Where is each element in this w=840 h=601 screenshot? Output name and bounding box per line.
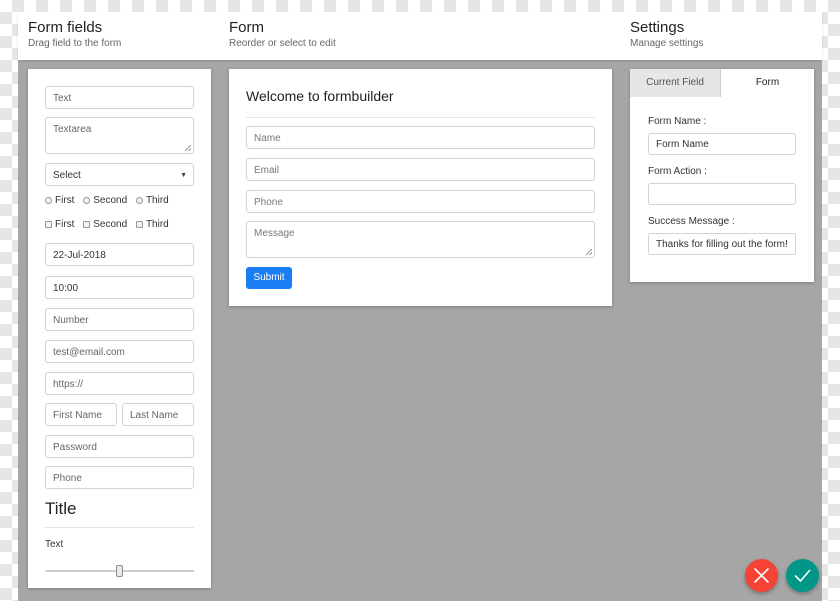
form-action-label: Form Action :	[648, 166, 707, 177]
fields-palette: Text Textarea Select ▼ First Second Thir…	[28, 69, 211, 588]
header-form: Form Reorder or select to edit	[229, 19, 336, 50]
check-icon	[794, 569, 811, 582]
form-subtitle-header: Reorder or select to edit	[229, 38, 336, 49]
palette-checkbox-option[interactable]: Second	[83, 219, 127, 230]
checkbox-label: Second	[93, 219, 128, 230]
form-canvas: Welcome to formbuilder Name Email Phone …	[229, 69, 612, 306]
resize-grip-icon	[586, 249, 592, 255]
palette-time-field[interactable]: 10:00	[45, 276, 194, 299]
palette-url-field[interactable]: https://	[45, 372, 194, 395]
palette-first-name-field[interactable]: First Name	[45, 403, 117, 426]
palette-radio-option[interactable]: First	[45, 195, 74, 206]
palette-phone-field[interactable]: Phone	[45, 466, 194, 489]
radio-icon	[83, 197, 91, 204]
palette-radio-group: First Second Third	[45, 195, 175, 209]
cancel-button[interactable]	[745, 559, 778, 592]
palette-password-field[interactable]: Password	[45, 435, 194, 458]
palette-radio-option[interactable]: Second	[83, 195, 127, 206]
palette-textarea-field[interactable]: Textarea	[45, 117, 194, 154]
header-form-fields: Form fields Drag field to the form	[28, 19, 121, 50]
radio-label: Third	[145, 195, 169, 206]
radio-label: First	[55, 195, 75, 206]
radio-icon	[135, 197, 143, 204]
form-builder-app: Form fields Drag field to the form Form …	[18, 12, 822, 601]
form-action-setting-input[interactable]	[648, 183, 796, 205]
form-heading[interactable]: Welcome to formbuilder	[246, 88, 394, 104]
form-name-setting-input[interactable]: Form Name	[648, 133, 796, 155]
form-fields-title: Form fields	[28, 19, 103, 36]
palette-number-field[interactable]: Number	[45, 308, 194, 331]
palette-textarea-label: Textarea	[53, 124, 92, 135]
palette-checkbox-option[interactable]: First	[45, 219, 74, 230]
header-settings: Settings Manage settings	[630, 19, 703, 50]
resize-grip-icon	[185, 145, 191, 151]
settings-tabs: Current Field Form	[630, 69, 814, 97]
settings-title: Settings	[630, 19, 685, 36]
close-icon	[754, 568, 769, 583]
palette-select-label: Select	[53, 170, 81, 181]
success-message-setting-input[interactable]: Thanks for filling out the form!	[648, 233, 796, 255]
palette-slider-thumb[interactable]	[116, 565, 123, 577]
form-email-input[interactable]: Email	[246, 158, 595, 181]
caret-down-icon: ▼	[180, 172, 187, 179]
palette-title-element[interactable]: Title	[45, 499, 77, 519]
settings-panel: Current Field Form Form Name : Form Name…	[630, 69, 814, 282]
form-message-textarea[interactable]: Message	[246, 221, 595, 258]
palette-last-name-field[interactable]: Last Name	[122, 403, 194, 426]
palette-date-field[interactable]: 22-Jul-2018	[45, 243, 194, 266]
palette-text-field[interactable]: Text	[45, 86, 194, 109]
form-name-input[interactable]: Name	[246, 126, 595, 149]
tab-current-field[interactable]: Current Field	[630, 69, 721, 97]
form-name-label: Form Name :	[648, 116, 707, 127]
palette-select-field[interactable]: Select ▼	[45, 163, 194, 186]
tab-form[interactable]: Form	[721, 69, 814, 97]
confirm-button[interactable]	[786, 559, 819, 592]
form-divider	[246, 117, 595, 118]
radio-icon	[45, 197, 52, 204]
checkbox-label: First	[55, 219, 75, 230]
checkbox-icon	[45, 221, 52, 228]
checkbox-icon	[135, 221, 143, 228]
palette-divider	[45, 527, 194, 528]
form-fields-subtitle: Drag field to the form	[28, 38, 122, 49]
form-message-placeholder: Message	[254, 228, 295, 239]
form-phone-input[interactable]: Phone	[246, 190, 595, 213]
header-bar: Form fields Drag field to the form Form …	[18, 12, 822, 60]
palette-checkbox-group: First Second Third	[45, 219, 175, 233]
success-message-label: Success Message :	[648, 216, 735, 227]
palette-email-field[interactable]: test@email.com	[45, 340, 194, 363]
form-title-header: Form	[229, 19, 264, 36]
checkbox-icon	[83, 221, 91, 228]
palette-checkbox-option[interactable]: Third	[135, 219, 169, 230]
radio-label: Second	[93, 195, 128, 206]
checkbox-label: Third	[145, 219, 169, 230]
submit-button[interactable]: Submit	[246, 267, 292, 289]
palette-static-text[interactable]: Text	[45, 539, 63, 550]
palette-radio-option[interactable]: Third	[135, 195, 169, 206]
settings-subtitle: Manage settings	[630, 38, 704, 49]
